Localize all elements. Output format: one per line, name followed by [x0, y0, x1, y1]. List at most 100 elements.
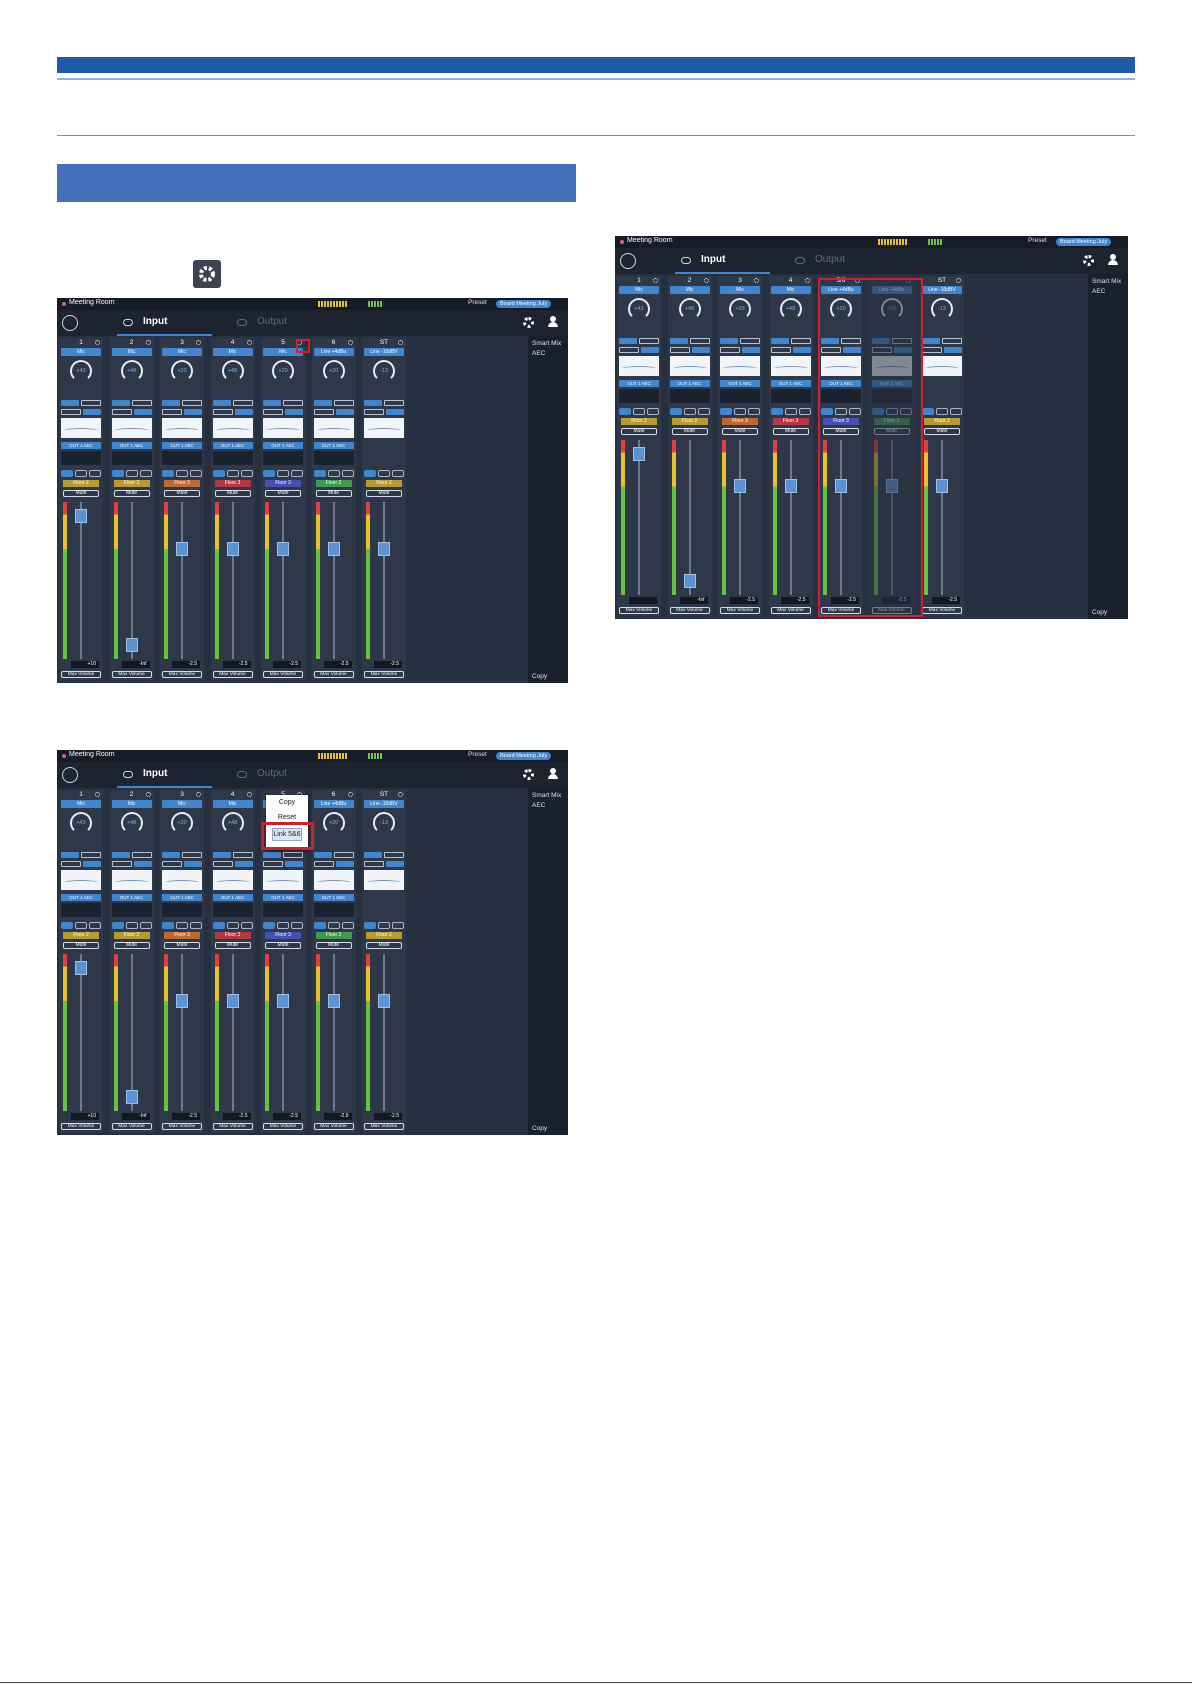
assign-2-button[interactable] — [176, 470, 188, 477]
phantom-button[interactable] — [720, 338, 738, 344]
channel-gear-icon[interactable] — [703, 278, 709, 283]
hpf-button[interactable] — [770, 347, 791, 353]
fader-handle[interactable] — [784, 479, 797, 494]
mute-button[interactable]: Mute — [671, 428, 708, 435]
fader-handle[interactable] — [75, 509, 87, 524]
eq-graph[interactable] — [619, 356, 659, 376]
assign-2-button[interactable] — [784, 408, 797, 415]
phantom-button[interactable] — [111, 852, 130, 858]
fader-handle[interactable] — [226, 994, 239, 1009]
max-volume-button[interactable]: Max Volume — [162, 1123, 202, 1130]
assign-1-button[interactable] — [111, 470, 124, 477]
phase-button[interactable] — [740, 338, 760, 344]
assign-st-button[interactable] — [190, 922, 202, 929]
eq-button[interactable] — [386, 861, 404, 867]
popup-reset[interactable]: Reset — [266, 814, 308, 821]
phantom-button[interactable] — [162, 400, 180, 406]
fader-handle[interactable] — [176, 994, 188, 1009]
eq-graph[interactable] — [720, 356, 760, 376]
max-volume-button[interactable]: Max Volume — [61, 671, 101, 678]
eq-graph[interactable] — [61, 418, 101, 438]
eq-button[interactable] — [285, 861, 303, 867]
eq-button[interactable] — [691, 347, 710, 353]
max-volume-button[interactable]: Max Volume — [313, 671, 354, 678]
settings-gear-icon[interactable] — [1083, 255, 1094, 266]
phase-button[interactable] — [131, 400, 152, 406]
max-volume-button[interactable]: Max Volume — [669, 607, 710, 614]
hpf-button[interactable] — [364, 861, 384, 867]
mute-button[interactable]: Mute — [214, 490, 251, 497]
preset-select[interactable]: Board Meeting July — [496, 300, 552, 308]
assign-1-button[interactable] — [162, 470, 174, 477]
assign-st-button[interactable] — [89, 470, 101, 477]
phase-button[interactable] — [942, 338, 962, 344]
gain-knob[interactable]: +43 — [628, 298, 650, 320]
assign-1-button[interactable] — [212, 922, 225, 929]
mute-button[interactable]: Mute — [113, 490, 150, 497]
settings-gear-icon[interactable] — [523, 317, 534, 328]
channel-gear-icon[interactable] — [246, 792, 252, 797]
side-copy[interactable]: Copy — [532, 1125, 547, 1132]
eq-graph[interactable] — [162, 870, 202, 890]
input-type-select[interactable]: Line -10dBV — [364, 800, 404, 808]
mute-button[interactable]: Mute — [366, 942, 402, 949]
eq-button[interactable] — [742, 347, 760, 353]
assign-st-button[interactable] — [341, 470, 354, 477]
assign-2-button[interactable] — [734, 408, 746, 415]
hpf-button[interactable] — [720, 347, 740, 353]
eq-button[interactable] — [335, 861, 354, 867]
max-volume-button[interactable]: Max Volume — [263, 1123, 303, 1130]
eq-button[interactable] — [133, 861, 152, 867]
aec-button[interactable]: OUT 1 AEC — [111, 442, 152, 449]
phantom-button[interactable] — [111, 400, 130, 406]
fader-handle[interactable] — [378, 994, 390, 1009]
channel-gear-icon[interactable] — [95, 792, 100, 797]
phase-button[interactable] — [333, 400, 354, 406]
phantom-button[interactable] — [619, 338, 637, 344]
input-type-select[interactable]: Mic — [212, 348, 253, 356]
eq-button[interactable] — [792, 347, 811, 353]
mute-button[interactable]: Mute — [924, 428, 960, 435]
input-type-select[interactable]: Mic — [770, 286, 811, 294]
fader-handle[interactable] — [125, 637, 138, 652]
fader-handle[interactable] — [683, 573, 696, 588]
aec-button[interactable]: OUT 1 AEC — [263, 442, 303, 449]
assign-st-button[interactable] — [392, 470, 404, 477]
assign-1-button[interactable] — [61, 922, 73, 929]
tab-input[interactable]: Input — [701, 254, 725, 265]
gain-knob[interactable]: +43 — [70, 812, 92, 834]
gain-knob[interactable]: -13 — [373, 360, 395, 382]
phase-button[interactable] — [689, 338, 710, 344]
assign-st-button[interactable] — [190, 470, 202, 477]
phantom-button[interactable] — [364, 852, 382, 858]
aec-button[interactable]: OUT 1 AEC — [669, 380, 710, 387]
hpf-button[interactable] — [263, 409, 283, 415]
hpf-button[interactable] — [619, 347, 639, 353]
max-volume-button[interactable]: Max Volume — [111, 671, 152, 678]
assign-st-button[interactable] — [240, 470, 253, 477]
assign-1-button[interactable] — [364, 470, 376, 477]
phase-button[interactable] — [283, 852, 303, 858]
phantom-button[interactable] — [922, 338, 940, 344]
user-icon[interactable] — [548, 316, 558, 328]
assign-2-button[interactable] — [277, 922, 289, 929]
phase-button[interactable] — [131, 852, 152, 858]
assign-st-button[interactable] — [950, 408, 962, 415]
mute-button[interactable]: Mute — [164, 490, 200, 497]
max-volume-button[interactable]: Max Volume — [212, 1123, 253, 1130]
preset-select[interactable]: Board Meeting July — [496, 752, 552, 760]
max-volume-button[interactable]: Max Volume — [313, 1123, 354, 1130]
channel-gear-icon[interactable] — [398, 340, 403, 345]
max-volume-button[interactable]: Max Volume — [364, 1123, 404, 1130]
max-volume-button[interactable]: Max Volume — [61, 1123, 101, 1130]
user-icon[interactable] — [1108, 254, 1118, 266]
fader-handle[interactable] — [327, 994, 340, 1009]
phase-button[interactable] — [232, 852, 253, 858]
phantom-button[interactable] — [770, 338, 789, 344]
max-volume-button[interactable]: Max Volume — [364, 671, 404, 678]
assign-2-button[interactable] — [936, 408, 948, 415]
user-icon[interactable] — [548, 768, 558, 780]
hpf-button[interactable] — [162, 861, 182, 867]
assign-st-button[interactable] — [392, 922, 404, 929]
assign-st-button[interactable] — [697, 408, 710, 415]
